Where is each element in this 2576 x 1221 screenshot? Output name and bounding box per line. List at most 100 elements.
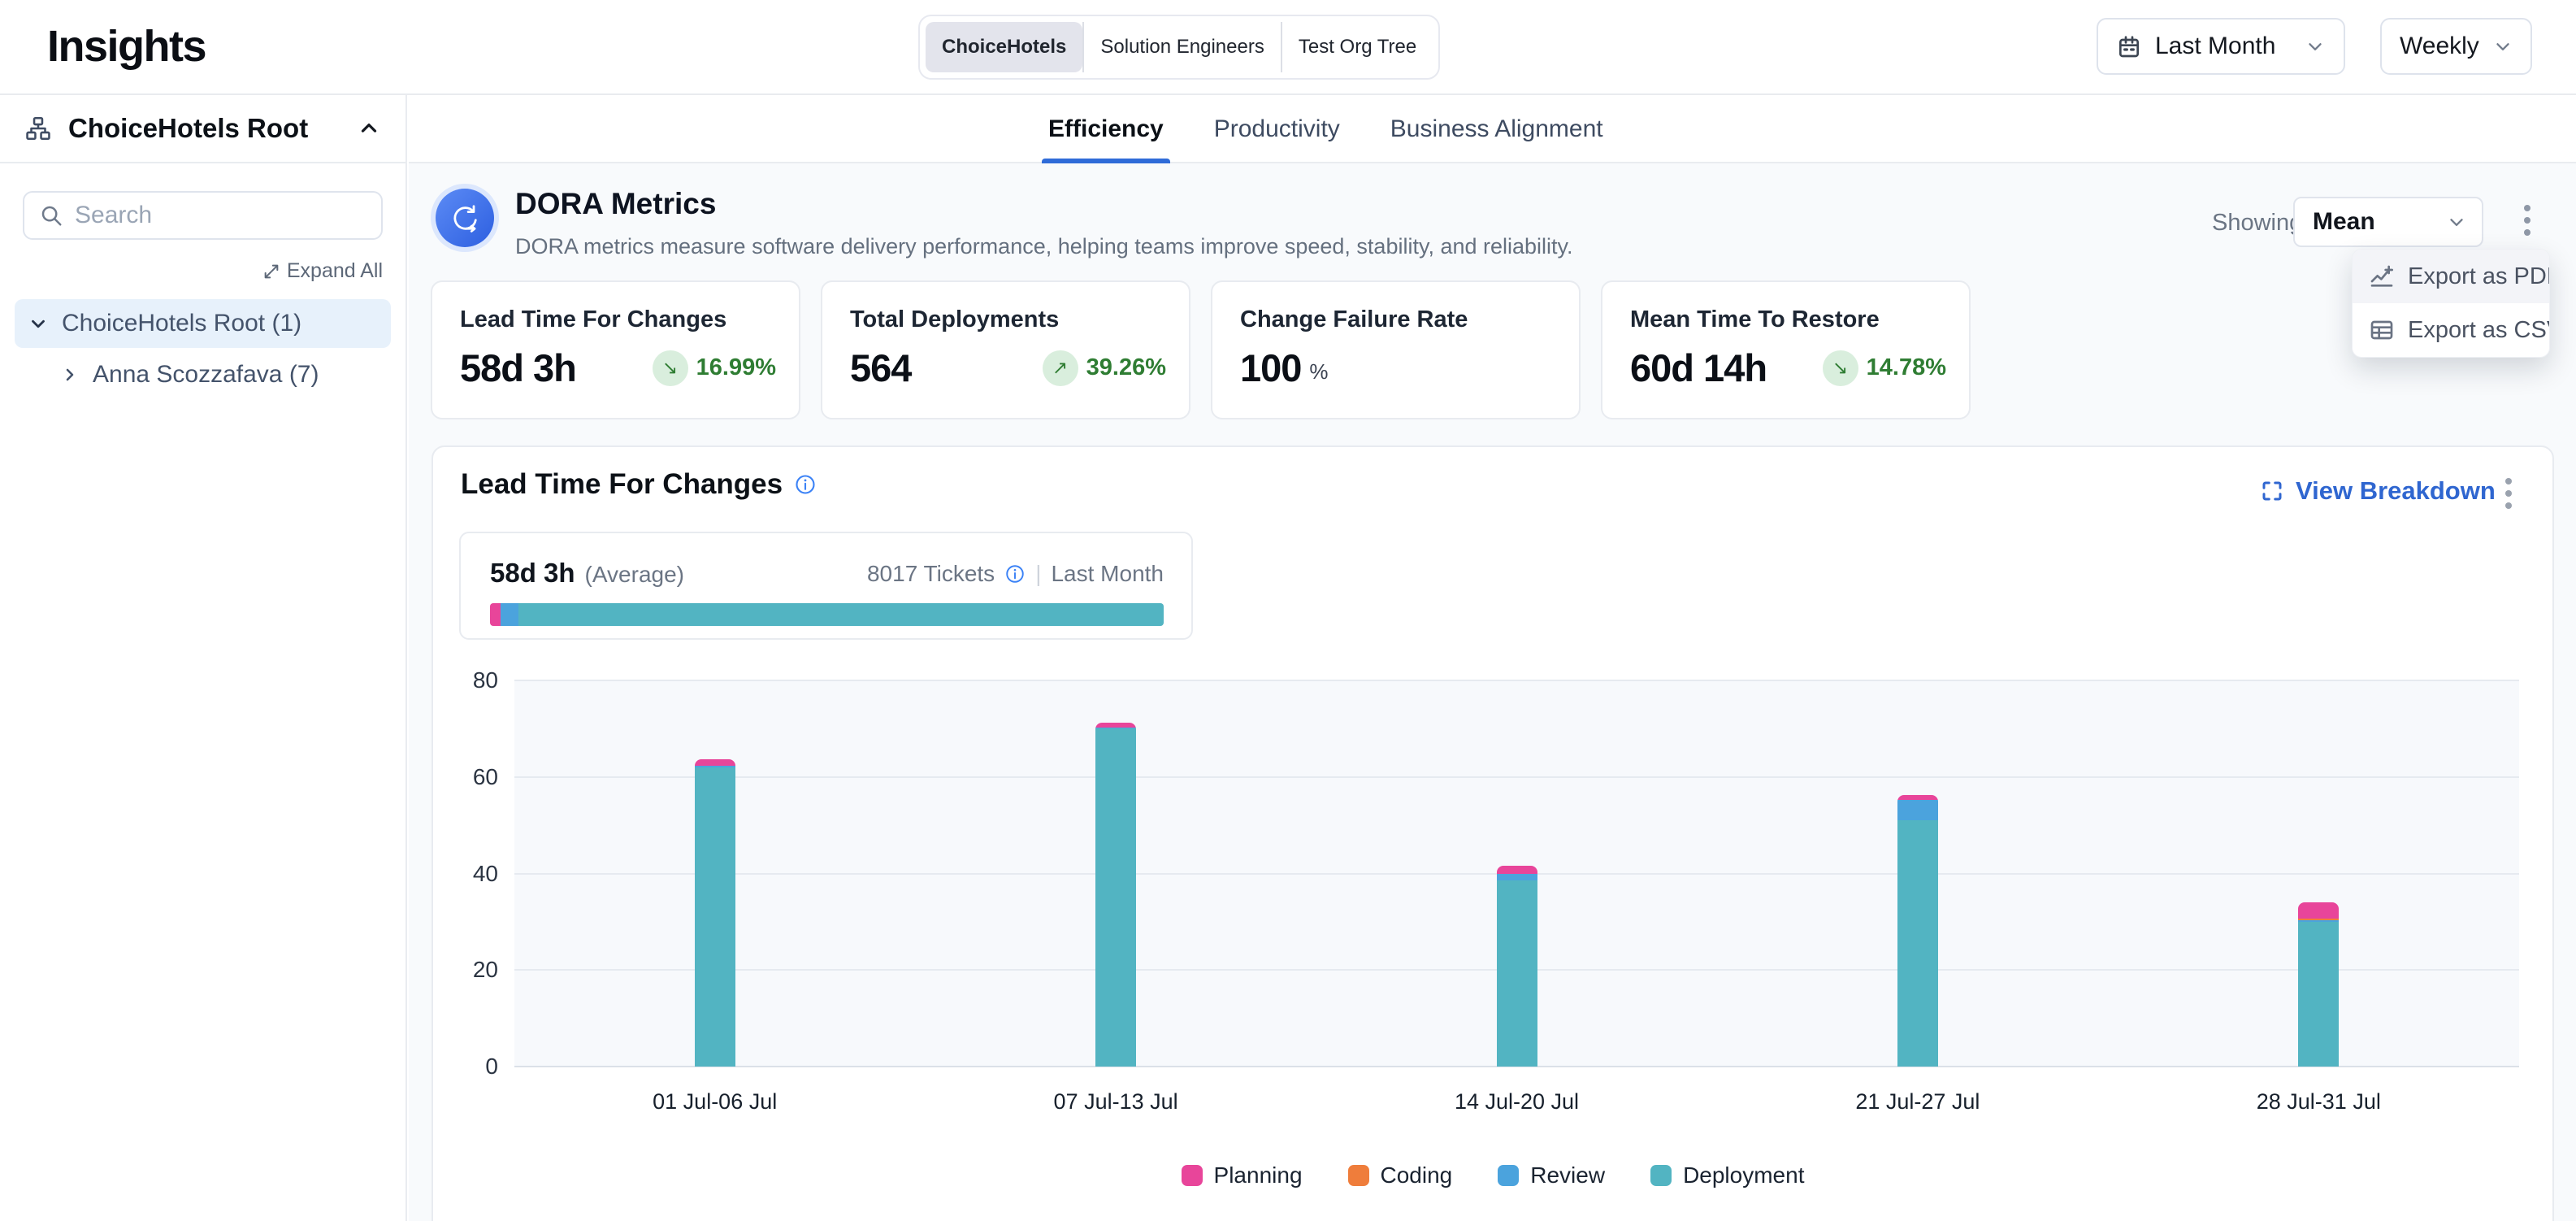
- tab-efficiency[interactable]: Efficiency: [1048, 95, 1164, 163]
- chevron-down-icon: [2305, 36, 2326, 57]
- tree-item-label: ChoiceHotels Root (1): [62, 310, 301, 337]
- date-range-select[interactable]: Last Month: [2097, 18, 2345, 75]
- stacked-bar[interactable]: [695, 759, 735, 1067]
- bar-segment-review: [1497, 874, 1537, 880]
- showing-label: Showing: [2212, 210, 2302, 237]
- y-axis-tick: 40: [430, 861, 498, 887]
- trend-up-icon: ↗: [1043, 350, 1078, 386]
- metric-title: Total Deployments: [850, 306, 1059, 333]
- metric-title: Mean Time To Restore: [1630, 306, 1880, 333]
- legend-label: Coding: [1381, 1162, 1453, 1188]
- sidebar-header: ChoiceHotels Root: [0, 95, 405, 163]
- date-range-value: Last Month: [2155, 33, 2275, 60]
- stacked-bar[interactable]: [1095, 723, 1136, 1067]
- metric-delta: ↘ 16.99%: [653, 350, 776, 386]
- chart-section-title: Lead Time For Changes: [461, 468, 783, 501]
- stacked-bar[interactable]: [1897, 795, 1938, 1067]
- bar-segment-deployment: [1095, 728, 1136, 1067]
- bar-segment-planning: [695, 759, 735, 766]
- showing-value: Mean: [2313, 208, 2375, 236]
- lead-time-summary-card: 58d 3h (Average) 8017 Tickets | Last Mon…: [459, 532, 1193, 640]
- org-tab-solution-engineers[interactable]: Solution Engineers: [1084, 22, 1280, 72]
- search-input[interactable]: [75, 202, 366, 229]
- section-title: DORA Metrics: [515, 187, 716, 221]
- view-breakdown-label: View Breakdown: [2296, 476, 2496, 506]
- main-tabs: Efficiency Productivity Business Alignme…: [1048, 95, 1603, 163]
- bar-segment-deployment: [1497, 880, 1537, 1067]
- legend-item-review[interactable]: Review: [1498, 1162, 1605, 1188]
- legend-swatch: [1182, 1165, 1203, 1186]
- bar-segment-deployment: [2298, 922, 2339, 1067]
- average-label: (Average): [585, 562, 684, 588]
- bar-segment-planning: [1497, 866, 1537, 874]
- progress-segment-planning: [490, 603, 501, 626]
- menu-item-export-pdf[interactable]: Export as PDF: [2353, 250, 2549, 303]
- showing-select[interactable]: Mean: [2293, 197, 2483, 247]
- expand-all-label: Expand All: [287, 259, 383, 283]
- info-icon[interactable]: [1004, 563, 1026, 584]
- table-icon: [2369, 317, 2395, 343]
- expand-all-button[interactable]: Expand All: [23, 259, 383, 283]
- y-axis-tick: 60: [430, 764, 498, 790]
- y-axis-tick: 20: [430, 957, 498, 983]
- menu-item-export-csv[interactable]: Export as CSV: [2353, 303, 2549, 357]
- dora-metrics-badge: [431, 184, 499, 252]
- menu-item-label: Export as CSV: [2408, 317, 2550, 344]
- chevron-down-icon[interactable]: [28, 313, 49, 334]
- tree-item-root[interactable]: ChoiceHotels Root (1): [15, 299, 391, 348]
- metric-card-total-deployments: Total Deployments 564 ↗ 39.26%: [821, 280, 1190, 419]
- legend-label: Planning: [1214, 1162, 1303, 1188]
- x-axis-label: 28 Jul-31 Jul: [2156, 1089, 2481, 1115]
- calendar-icon: [2116, 33, 2142, 59]
- x-axis-label: 07 Jul-13 Jul: [953, 1089, 1278, 1115]
- gridline: [514, 680, 2519, 681]
- line-chart-plus-icon: [2369, 263, 2395, 289]
- dora-kebab-menu-button[interactable]: [2519, 200, 2535, 241]
- legend-label: Review: [1530, 1162, 1605, 1188]
- x-axis-label: 01 Jul-06 Jul: [553, 1089, 878, 1115]
- metric-value: 564: [850, 345, 911, 390]
- legend-item-coding[interactable]: Coding: [1348, 1162, 1453, 1188]
- chevron-down-icon: [2492, 36, 2513, 57]
- main-tabs-row: Efficiency Productivity Business Alignme…: [409, 95, 2576, 163]
- average-value: 58d 3h: [490, 558, 575, 589]
- tree-item-child[interactable]: Anna Scozzafava (7): [60, 353, 391, 397]
- metric-title: Change Failure Rate: [1240, 306, 1468, 333]
- granularity-select[interactable]: Weekly: [2380, 18, 2532, 75]
- metric-delta: ↘ 14.78%: [1823, 350, 1946, 386]
- progress-segment-deployment: [518, 603, 1164, 626]
- org-tab-choicehotels[interactable]: ChoiceHotels: [926, 22, 1082, 72]
- chevron-up-icon[interactable]: [357, 116, 381, 141]
- metric-card-mean-time-restore: Mean Time To Restore 60d 14h ↘ 14.78%: [1601, 280, 1971, 419]
- tab-productivity[interactable]: Productivity: [1214, 95, 1340, 163]
- period-label: Last Month: [1051, 561, 1164, 587]
- chevron-right-icon[interactable]: [60, 365, 80, 385]
- org-tab-test-org-tree[interactable]: Test Org Tree: [1282, 22, 1433, 72]
- stacked-bar[interactable]: [1497, 866, 1537, 1067]
- view-breakdown-button[interactable]: View Breakdown: [2260, 476, 2496, 506]
- chart-legend: Planning Coding Review Deployment: [433, 1162, 2552, 1188]
- insights-page: Insights ChoiceHotels Solution Engineers…: [0, 0, 2576, 1221]
- metric-value: 60d 14h: [1630, 345, 1767, 390]
- legend-swatch: [1348, 1165, 1369, 1186]
- legend-item-deployment[interactable]: Deployment: [1650, 1162, 1804, 1188]
- y-axis-tick: 0: [430, 1054, 498, 1080]
- stacked-bar[interactable]: [2298, 902, 2339, 1067]
- legend-item-planning[interactable]: Planning: [1182, 1162, 1303, 1188]
- legend-label: Deployment: [1683, 1162, 1804, 1188]
- legend-swatch: [1650, 1165, 1672, 1186]
- tree-item-label: Anna Scozzafava (7): [93, 361, 319, 389]
- metric-value: 100: [1240, 345, 1301, 390]
- bar-segment-review: [1897, 800, 1938, 820]
- sidebar-title: ChoiceHotels Root: [68, 113, 340, 144]
- chart-kebab-menu-button[interactable]: [2500, 473, 2517, 514]
- cycle-icon: [436, 189, 494, 247]
- tab-business-alignment[interactable]: Business Alignment: [1390, 95, 1603, 163]
- x-axis-label: 21 Jul-27 Jul: [1755, 1089, 2080, 1115]
- trend-down-icon: ↘: [1823, 350, 1858, 386]
- lead-time-chart-card: Lead Time For Changes View Breakdown 58d…: [432, 445, 2554, 1221]
- x-axis-label: 14 Jul-20 Jul: [1355, 1089, 1680, 1115]
- lead-progress-bar: [490, 603, 1164, 626]
- org-chart-icon: [24, 115, 52, 142]
- info-icon[interactable]: [794, 473, 817, 496]
